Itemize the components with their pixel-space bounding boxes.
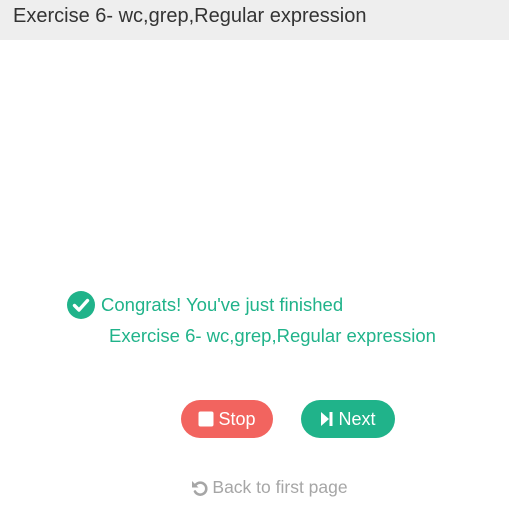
page-title: Exercise 6- wc,grep,Regular expression [13, 5, 367, 27]
stop-button-label: Stop [218, 408, 256, 429]
next-button[interactable]: Next [301, 400, 395, 438]
stop-icon [198, 411, 214, 427]
congrats-text: Congrats! You've just finished [101, 294, 344, 315]
stop-button[interactable]: Stop [181, 400, 273, 438]
next-button-label: Next [338, 408, 376, 429]
back-link-label: Back to first page [212, 477, 348, 497]
page-title-bar: Exercise 6- wc,grep,Regular expression [0, 0, 509, 40]
step-forward-icon [320, 411, 334, 427]
back-to-first-page-link[interactable]: Back to first page [0, 477, 509, 498]
finished-exercise-name: Exercise 6- wc,grep,Regular expression [109, 325, 436, 346]
completion-message: Congrats! You've just finished Exercise … [0, 290, 509, 350]
exercise-complete-page: Exercise 6- wc,grep,Regular expression C… [0, 0, 509, 520]
completion-message-line: Congrats! You've just finished [67, 290, 442, 320]
check-circle-icon [67, 291, 95, 319]
undo-icon [191, 479, 209, 497]
